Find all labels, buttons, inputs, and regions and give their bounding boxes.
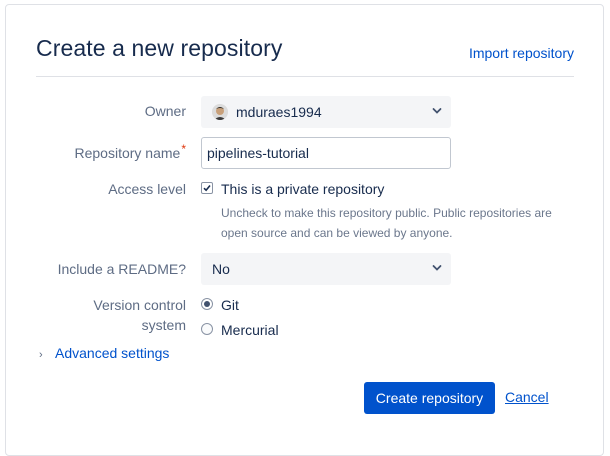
avatar xyxy=(212,104,228,120)
repository-name-label: Repository name* xyxy=(36,142,187,164)
mercurial-radio[interactable] xyxy=(201,323,213,335)
page-header: Create a new repository Import repositor… xyxy=(36,32,574,77)
create-repository-button[interactable]: Create repository xyxy=(364,382,495,414)
access-level-label: Access level xyxy=(108,181,186,197)
private-repository-checkbox[interactable] xyxy=(201,182,213,194)
version-control-label-line2: system xyxy=(141,317,186,333)
owner-select[interactable]: mduraes1994 xyxy=(201,96,451,128)
required-marker: * xyxy=(181,142,186,156)
access-level-help: Uncheck to make this repository public. … xyxy=(221,203,566,243)
chevron-right-icon: › xyxy=(39,349,43,361)
version-control-label: Version control system xyxy=(36,295,186,335)
repository-name-input[interactable] xyxy=(201,137,451,169)
chevron-down-icon xyxy=(432,108,442,114)
owner-value: mduraes1994 xyxy=(236,104,322,120)
git-radio[interactable] xyxy=(201,298,213,310)
mercurial-label: Mercurial xyxy=(221,322,279,338)
readme-value: No xyxy=(212,261,230,277)
repository-name-label-text: Repository name xyxy=(74,145,181,161)
git-label: Git xyxy=(221,297,239,313)
advanced-settings-toggle[interactable]: › Advanced settings xyxy=(39,345,169,361)
readme-label: Include a README? xyxy=(57,261,186,277)
access-level-help-line2: open source and can be viewed by anyone. xyxy=(221,226,453,240)
version-control-label-line1: Version control xyxy=(93,297,186,313)
private-repository-label: This is a private repository xyxy=(221,181,385,197)
owner-label: Owner xyxy=(144,103,186,119)
advanced-settings-label: Advanced settings xyxy=(55,345,170,361)
page-title: Create a new repository xyxy=(36,35,283,61)
access-level-help-line1: Uncheck to make this repository public. … xyxy=(221,206,552,220)
checkmark-icon xyxy=(203,184,211,192)
readme-select[interactable]: No xyxy=(201,253,451,285)
chevron-down-icon xyxy=(432,265,442,271)
cancel-link[interactable]: Cancel xyxy=(505,389,549,405)
import-repository-link[interactable]: Import repository xyxy=(469,45,574,61)
